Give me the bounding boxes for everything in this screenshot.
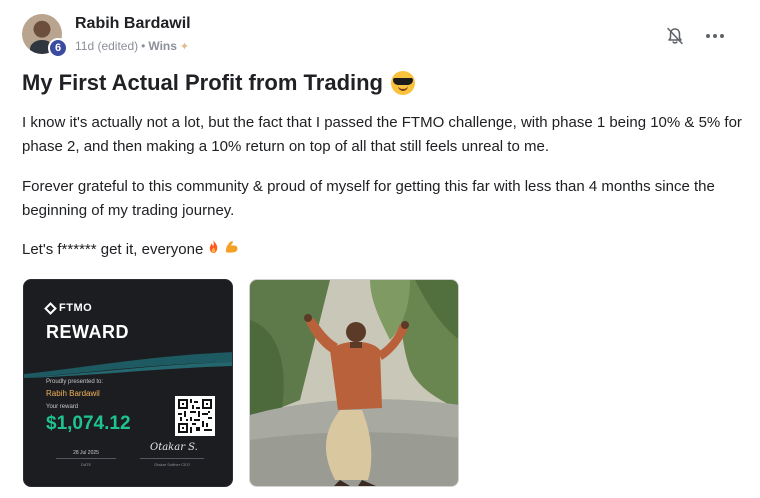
certificate-wave-decoration xyxy=(24,352,232,378)
post-time[interactable]: 11d (edited) xyxy=(75,39,138,53)
date-label: DATE xyxy=(80,462,92,467)
dancing-man-gif[interactable] xyxy=(249,279,459,487)
fire-emoji-icon xyxy=(207,238,220,262)
post-meta: 11d (edited) • Wins ✦ xyxy=(75,39,189,53)
ftmo-logo: FTMO xyxy=(44,301,92,315)
flexed-biceps-emoji-icon xyxy=(224,238,239,262)
certificate-date: 28 Jul 2025 xyxy=(73,450,99,456)
post-paragraph-3-row: Let's f****** get it, everyone xyxy=(22,238,742,262)
reward-label: Your reward xyxy=(46,404,79,410)
post-title-row: My First Actual Profit from Trading xyxy=(22,70,415,96)
qr-code-icon xyxy=(175,396,215,436)
signer-label: Otakar Suffner CEO xyxy=(154,462,190,467)
certificate-heading: REWARD xyxy=(46,322,129,342)
presented-label: Proudly presented to: xyxy=(46,379,104,385)
post-paragraph-1: I know it's actually not a lot, but the … xyxy=(22,114,742,155)
author-name[interactable]: Rabih Bardawil xyxy=(75,15,191,33)
meta-separator: • xyxy=(141,39,146,53)
reward-certificate-image[interactable]: FTMO REWARD Proudly presented to: Rabih … xyxy=(23,279,233,487)
ceo-signature: Otakar S. xyxy=(150,442,198,453)
more-options-icon[interactable] xyxy=(704,26,726,46)
post-paragraph-2: Forever grateful to this community & pro… xyxy=(22,178,715,219)
notification-bell-off-icon[interactable] xyxy=(665,26,685,46)
certificate-recipient: Rabih Bardawil xyxy=(46,389,100,398)
post-card: 6 Rabih Bardawil 11d (edited) • Wins ✦ M… xyxy=(0,0,760,498)
clap-icon: ✦ xyxy=(179,40,190,53)
sunglasses-emoji-icon xyxy=(391,71,415,95)
post-title: My First Actual Profit from Trading xyxy=(22,70,383,95)
level-badge: 6 xyxy=(48,38,68,58)
post-paragraph-3: Let's f****** get it, everyone xyxy=(22,241,204,258)
author-avatar[interactable]: 6 xyxy=(22,14,68,58)
reward-amount: $1,074.12 xyxy=(46,413,131,434)
category-link[interactable]: Wins xyxy=(148,39,177,53)
